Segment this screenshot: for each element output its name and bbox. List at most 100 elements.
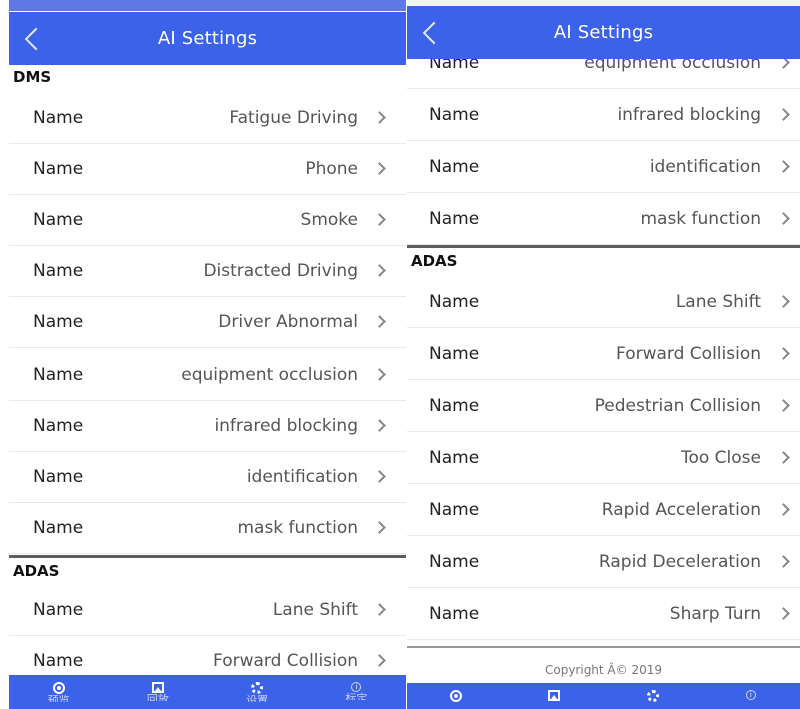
dms-row-smoke[interactable]: Name Smoke [9, 195, 406, 246]
chevron-right-icon [777, 294, 790, 308]
row-name-label: Name [429, 603, 480, 624]
chevron-right-icon [373, 368, 386, 381]
dms-row-mask-function[interactable]: Name mask function [407, 193, 800, 245]
chevron-right-icon [777, 606, 790, 620]
chevron-right-icon [373, 162, 386, 175]
row-value: Pedestrian Collision [594, 395, 761, 416]
chevron-right-icon [777, 554, 790, 568]
bottom-tab-bar: i [407, 683, 800, 709]
row-value: Smoke [300, 210, 358, 230]
section-header-adas: ADAS [407, 248, 800, 274]
dms-row-driver-abnormal[interactable]: Name Driver Abnormal [9, 297, 406, 348]
adas-row-sharp-turn[interactable]: Name Sharp Turn [407, 588, 800, 640]
adas-row-pedestrian-collision[interactable]: Name Pedestrian Collision [407, 380, 800, 432]
tab-calibration[interactable]: i 标定 [307, 675, 406, 709]
row-name-label: Name [429, 499, 480, 520]
page-title: AI Settings [553, 22, 654, 43]
chevron-right-icon [373, 419, 386, 432]
row-name-label: Name [33, 416, 84, 436]
dms-row-infrared-blocking[interactable]: Name infrared blocking [407, 89, 800, 141]
row-name-label: Name [33, 518, 84, 538]
eye-icon [450, 690, 463, 702]
row-value: Sharp Turn [669, 603, 761, 624]
chevron-right-icon [777, 398, 790, 412]
adas-row-lane-shift[interactable]: Name Lane Shift [407, 276, 800, 328]
dms-row-mask-function[interactable]: Name mask function [9, 503, 406, 554]
row-value: mask function [237, 518, 358, 538]
row-name-label: Name [33, 261, 84, 281]
row-value: Rapid Acceleration [601, 499, 761, 520]
eye-icon [52, 682, 65, 694]
row-name-label: Name [429, 343, 480, 364]
dms-row-infrared-blocking[interactable]: Name infrared blocking [9, 401, 406, 452]
tab-settings[interactable]: 设置 [208, 675, 307, 709]
row-value: Forward Collision [616, 343, 761, 364]
row-value: Rapid Deceleration [598, 551, 761, 572]
row-value: identification [649, 156, 761, 177]
row-name-label: Name [33, 210, 84, 230]
row-value: infrared blocking [617, 104, 761, 125]
dms-row-fatigue-driving[interactable]: Name Fatigue Driving [9, 93, 406, 144]
right-screen: Name equipment occlusion AI Settings Nam… [407, 0, 800, 709]
row-name-label: Name [33, 600, 84, 620]
copyright-text: Copyright Â© 2019 [544, 663, 662, 677]
left-screen: AI Settings DMS Name Fatigue Driving Nam… [9, 0, 406, 709]
row-name-label: Name [33, 651, 84, 671]
back-chevron-icon[interactable] [422, 21, 446, 44]
image-icon [548, 690, 561, 701]
tab-label: 预览 [47, 694, 70, 702]
header-bar: AI Settings [407, 6, 800, 59]
dms-row-identification[interactable]: Name identification [9, 452, 406, 503]
chevron-right-icon [373, 654, 386, 667]
tab-label: 回放 [146, 693, 169, 701]
dms-row-identification[interactable]: Name identification [407, 141, 800, 193]
adas-row-rapid-deceleration[interactable]: Name Rapid Deceleration [407, 536, 800, 588]
row-name-label: Name [33, 108, 84, 128]
page-title: AI Settings [157, 28, 258, 49]
footer-divider [407, 646, 800, 648]
row-name-label: Name [429, 156, 480, 177]
section-header-adas: ADAS [9, 558, 406, 584]
info-icon: i [745, 690, 756, 700]
status-strip [9, 0, 406, 11]
chevron-right-icon [777, 502, 790, 516]
adas-row-rapid-acceleration[interactable]: Name Rapid Acceleration [407, 484, 800, 536]
row-value: Fatigue Driving [229, 108, 358, 128]
adas-row-lane-shift[interactable]: Name Lane Shift [9, 585, 406, 636]
tab-playback[interactable] [505, 683, 603, 709]
dms-row-equipment-occlusion[interactable]: Name equipment occlusion [9, 350, 406, 401]
chevron-right-icon [777, 450, 790, 464]
tab-calibration[interactable]: i [702, 683, 800, 709]
chevron-right-icon [373, 111, 386, 124]
row-name-label: Name [33, 467, 84, 487]
dms-row-distracted-driving[interactable]: Name Distracted Driving [9, 246, 406, 297]
bottom-tab-bar: 预览 回放 设置 i 标定 [9, 675, 406, 709]
chevron-right-icon [777, 346, 790, 360]
back-chevron-icon[interactable] [24, 27, 48, 50]
row-name-label: Name [33, 159, 84, 179]
row-name-label: Name [429, 551, 480, 572]
adas-row-too-close[interactable]: Name Too Close [407, 432, 800, 484]
tab-settings[interactable] [604, 683, 702, 709]
tab-preview[interactable] [407, 683, 505, 709]
chevron-right-icon [373, 213, 386, 226]
section-header-dms: DMS [9, 64, 406, 90]
gear-icon [251, 682, 264, 694]
info-icon: i [351, 682, 362, 692]
adas-row-forward-collision[interactable]: Name Forward Collision [407, 328, 800, 380]
tab-label: 标定 [345, 692, 368, 700]
tab-playback[interactable]: 回放 [108, 675, 207, 709]
chevron-right-icon [777, 107, 790, 121]
row-value: Lane Shift [272, 600, 358, 620]
row-value: Driver Abnormal [218, 312, 358, 332]
row-name-label: Name [429, 208, 480, 229]
chevron-right-icon [373, 470, 386, 483]
chevron-right-icon [373, 315, 386, 328]
tab-preview[interactable]: 预览 [9, 675, 108, 709]
row-name-label: Name [429, 291, 480, 312]
row-name-label: Name [33, 312, 84, 332]
dms-row-phone[interactable]: Name Phone [9, 144, 406, 195]
row-name-label: Name [429, 104, 480, 125]
row-name-label: Name [429, 447, 480, 468]
row-value: Too Close [680, 447, 761, 468]
